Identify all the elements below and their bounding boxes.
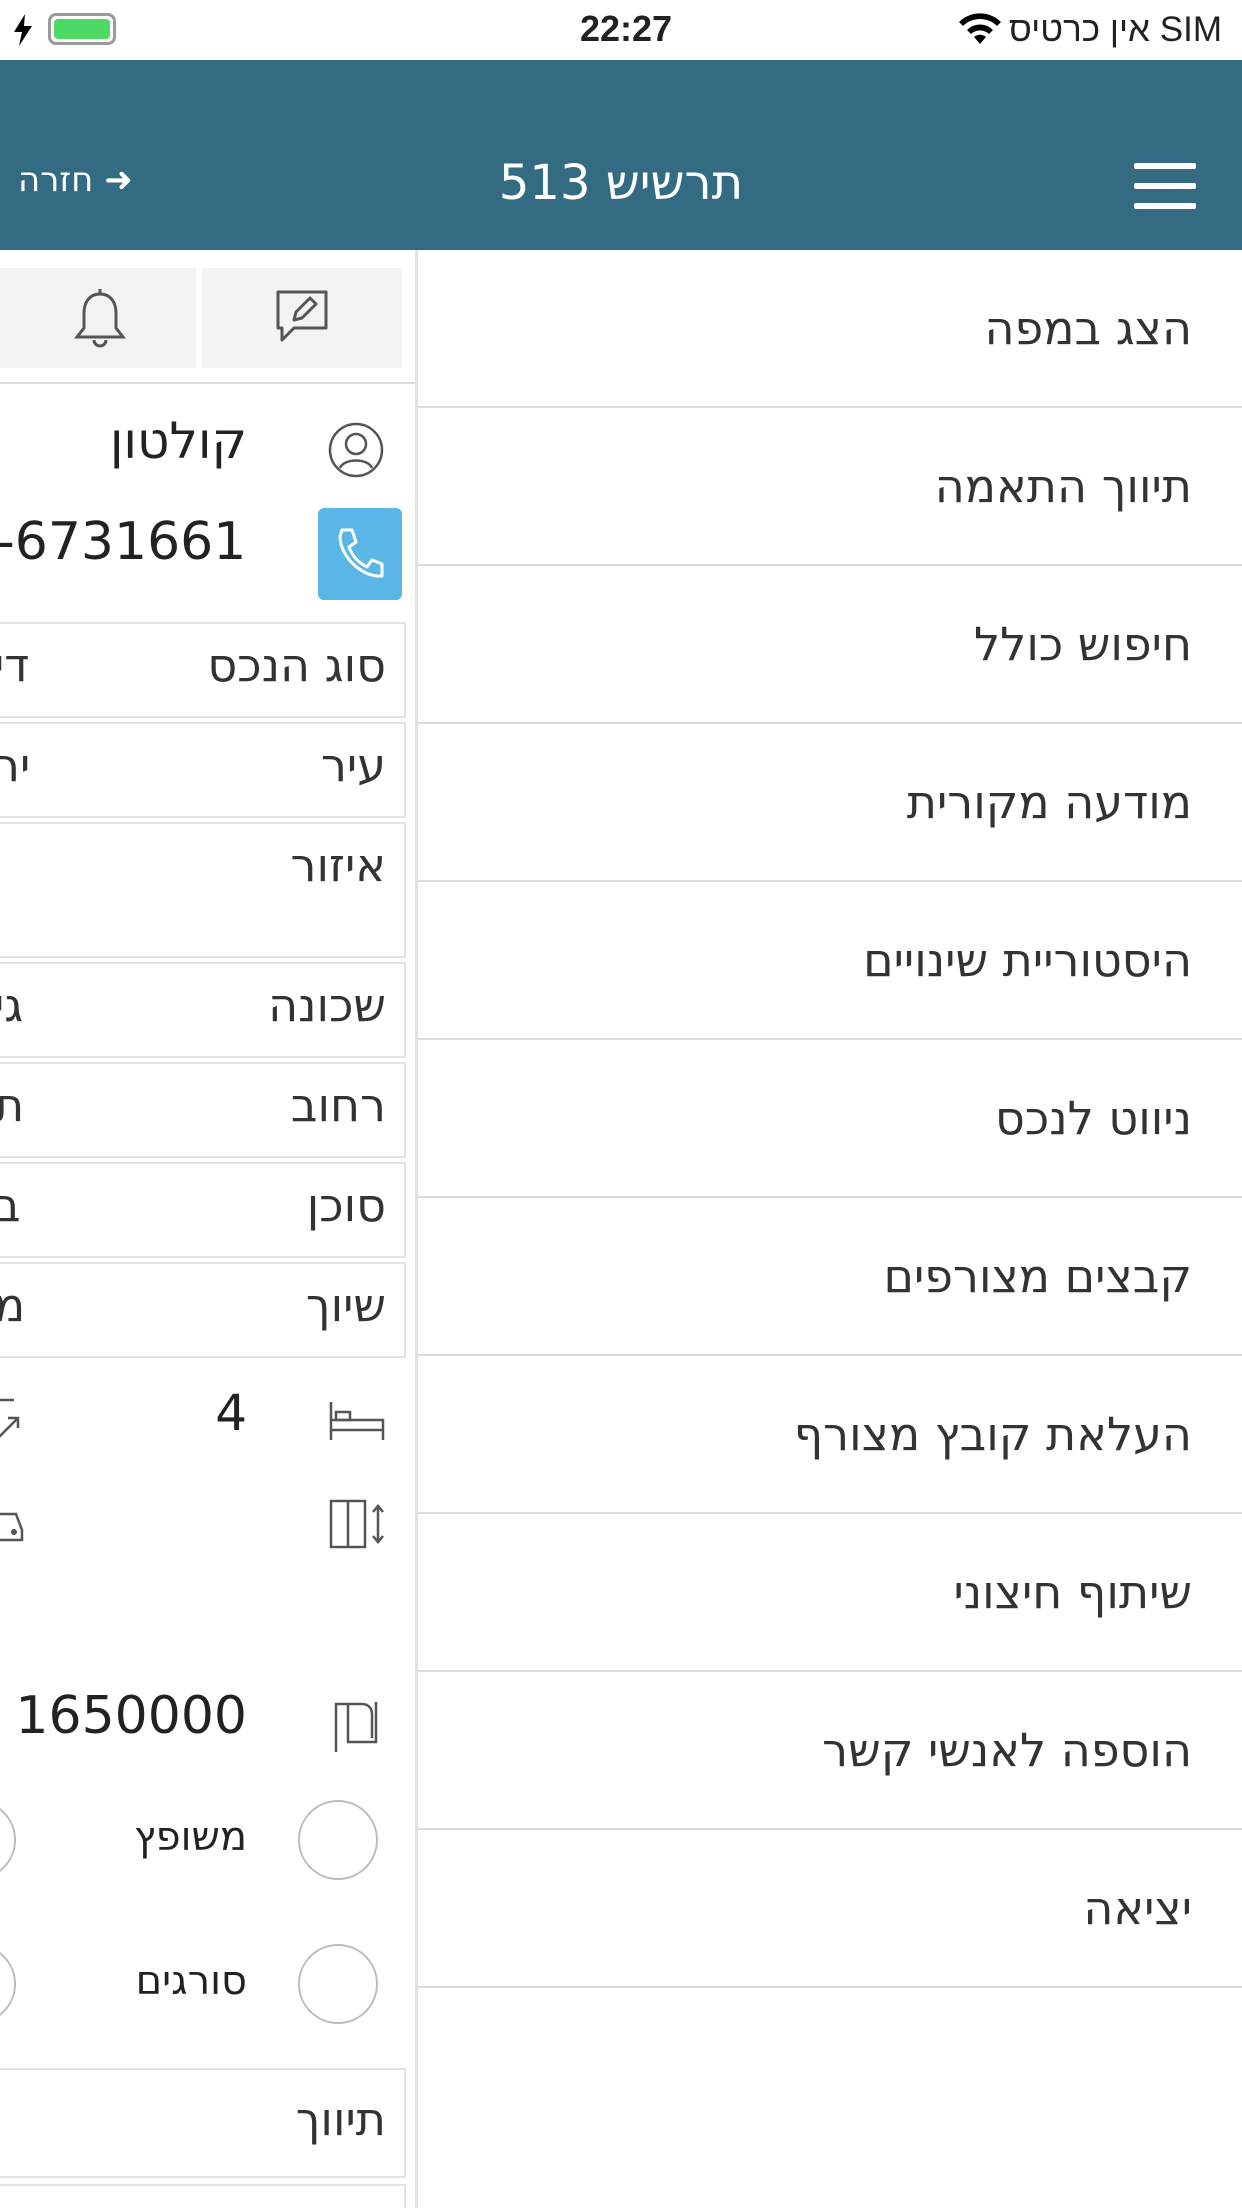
field-row-neighborhood: שכונה גי [0,962,406,1058]
edit-comment-icon [276,290,328,342]
page-title: תרשיש 513 [498,155,744,211]
menu-item-attached-files[interactable]: קבצים מצורפים [418,1198,1242,1356]
bed-icon [329,1402,385,1440]
menu-item-matching-brokerage[interactable]: תיווך התאמה [418,408,1242,566]
field-value: די [0,638,30,692]
contact-avatar-icon [328,422,384,478]
field-row-next [0,2184,406,2208]
menu-item-navigate[interactable]: ניווט לנכס [418,1040,1242,1198]
field-label: שכונה [268,978,386,1032]
field-value: מ [0,1278,25,1332]
notifications-button[interactable] [0,268,196,368]
field-value: ת [0,1078,24,1132]
option-checkbox[interactable] [0,1800,16,1880]
bell-icon [73,289,127,348]
field-label: רחוב [290,1078,386,1132]
field-value: יר [0,738,31,792]
phone-number[interactable]: -6731661 [0,512,246,572]
menu-item-external-share[interactable]: שיתוף חיצוני [418,1514,1242,1672]
menu-item-original-ad[interactable]: מודעה מקורית [418,724,1242,882]
field-row-assignment: שיוך מ [0,1262,406,1358]
renovated-checkbox[interactable] [298,1800,378,1880]
divider [0,382,415,384]
contact-name: קולטון [109,412,247,470]
bars-checkbox[interactable] [298,1944,378,2024]
phone-icon [338,528,384,578]
size-arrow-icon [0,1398,20,1438]
menu-item-change-history[interactable]: היסטוריית שינויים [418,882,1242,1040]
field-row-tivuch[interactable]: תיווך [0,2068,406,2178]
menu-item-upload-file[interactable]: העלאת קובץ מצורף [418,1356,1242,1514]
wifi-icon [959,13,1001,44]
field-row-city: עיר יר [0,722,406,818]
field-label: איזור [290,838,386,892]
menu-item-full-search[interactable]: חיפוש כולל [418,566,1242,724]
field-label: סוג הנכס [207,638,386,692]
price-value: 1650000 [15,1686,247,1746]
elevator-icon [329,1499,384,1549]
field-row-agent: סוכן ב [0,1162,406,1258]
field-row-property-type: סוג הנכס די [0,622,406,718]
app-header: חזרה ➜ תרשיש 513 [0,60,1242,250]
call-button[interactable] [318,508,402,600]
field-label: עיר [320,738,386,792]
listing-page: קולטון -6731661 סוג הנכס די עיר יר איזור… [0,250,418,2208]
field-label: תיווך [295,2092,386,2146]
carrier-label: אין כרטיס SIM [1008,10,1222,49]
hamburger-icon[interactable] [1134,163,1196,209]
bars-label: סורגים [135,1958,247,2004]
shekel-icon [334,1702,378,1752]
car-icon [0,1512,24,1542]
side-menu: הצג במפה תיווך התאמה חיפוש כולל מודעה מק… [418,250,1242,2208]
field-value: ב [0,1178,21,1232]
field-label: שיוך [305,1278,386,1332]
rooms-count: 4 [215,1384,247,1442]
field-row-street: רחוב ת [0,1062,406,1158]
field-value: גי [0,978,24,1032]
comment-button[interactable] [202,268,402,368]
field-row-area: איזור [0,822,406,958]
menu-item-add-contact[interactable]: הוספה לאנשי קשר [418,1672,1242,1830]
status-bar: 22:27 אין כרטיס SIM [0,0,1242,60]
menu-item-exit[interactable]: יציאה [418,1830,1242,1988]
menu-item-show-on-map[interactable]: הצג במפה [418,250,1242,408]
renovated-label: משופץ [134,1814,247,1860]
field-label: סוכן [306,1178,386,1232]
option-checkbox[interactable] [0,1944,16,2024]
